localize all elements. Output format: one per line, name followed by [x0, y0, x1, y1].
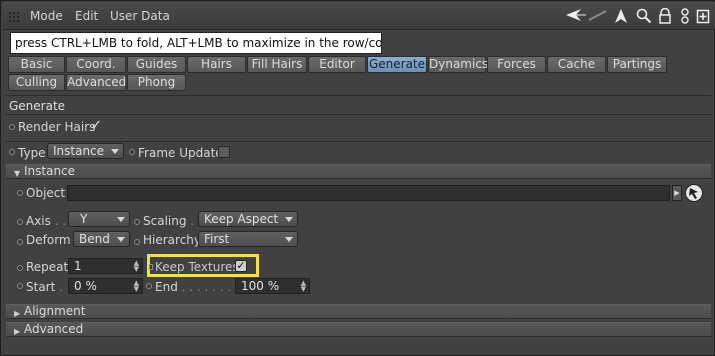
deform-dropdown[interactable]: Bend [73, 231, 130, 247]
hierarchy-value: First [204, 232, 230, 246]
start-field[interactable]: 0 % ▲ ▼ [68, 278, 143, 294]
animate-dot-icon[interactable] [129, 149, 135, 155]
hierarchy-dropdown[interactable]: First [198, 231, 298, 247]
animate-dot-icon[interactable] [9, 149, 15, 155]
animate-dot-icon[interactable] [146, 283, 152, 289]
stepper-icon[interactable]: ▲ ▼ [134, 280, 139, 293]
keep-textures-checkbox[interactable]: ✓ [235, 260, 247, 272]
end-value: 100 % [241, 279, 280, 293]
group-alignment[interactable]: ▶ Alignment [6, 304, 711, 319]
tab-basic[interactable]: Basic [8, 56, 65, 73]
chevron-down-icon [285, 237, 293, 242]
search-icon[interactable] [636, 8, 652, 26]
tab-phong[interactable]: Phong [127, 74, 186, 91]
panel-grip-icon[interactable] [8, 11, 20, 23]
chevron-down-icon [117, 217, 125, 222]
type-label: Type [18, 146, 46, 160]
scaling-dropdown[interactable]: Keep Aspect [198, 211, 298, 227]
animate-dot-icon[interactable] [17, 190, 23, 196]
group-instance[interactable]: ▼ Instance [6, 164, 711, 179]
group-advanced[interactable]: ▶ Advanced [6, 322, 711, 337]
scaling-label: Scaling . . [143, 214, 202, 228]
tab-fill-hairs[interactable]: Fill Hairs [247, 56, 307, 73]
attribute-manager-window: Mode Edit User Data press CTRL+LMB to fo… [0, 0, 715, 356]
tab-advanced[interactable]: Advanced [66, 74, 126, 91]
group-instance-label: Instance [24, 164, 76, 178]
tab-partings[interactable]: Partings [607, 56, 667, 73]
animate-dot-icon[interactable] [134, 239, 140, 245]
chevron-down-icon [117, 237, 125, 242]
section-title: Generate [9, 99, 66, 113]
expand-arrow-icon[interactable]: ▶ [672, 185, 682, 201]
repeat-field[interactable]: 1 ▲ ▼ [68, 258, 143, 274]
animate-dot-icon[interactable] [17, 219, 23, 225]
tab-coord[interactable]: Coord. [66, 56, 126, 73]
axis-value: Y [80, 212, 88, 226]
chevron-down-icon [285, 217, 293, 222]
divider [5, 141, 711, 142]
tab-culling[interactable]: Culling [8, 74, 65, 91]
animate-dot-icon[interactable] [134, 219, 140, 225]
render-hairs-checkbox[interactable]: ✓ [91, 118, 102, 133]
axis-dropdown[interactable]: Y [68, 211, 130, 227]
scaling-value: Keep Aspect [204, 212, 279, 226]
animate-dot-icon[interactable] [149, 264, 153, 270]
stepper-icon[interactable]: ▲ ▼ [134, 260, 139, 273]
menu-user-data[interactable]: User Data [110, 9, 170, 23]
collapsed-triangle-icon: ▶ [14, 309, 21, 318]
object-label: Object [26, 186, 66, 200]
end-field[interactable]: 100 % ▲ ▼ [235, 278, 310, 294]
frame-update-checkbox[interactable] [218, 146, 230, 158]
render-hairs-label: Render Hairs [18, 120, 96, 134]
repeat-label: Repeat [26, 260, 69, 274]
deform-value: Bend [79, 232, 110, 246]
new-window-icon[interactable] [695, 8, 711, 26]
pick-object-icon[interactable] [685, 184, 703, 202]
tab-cache[interactable]: Cache [547, 56, 606, 73]
animate-dot-icon[interactable] [17, 265, 23, 271]
forward-arrow-icon[interactable] [588, 8, 610, 26]
hierarchy-icon[interactable] [677, 8, 693, 26]
tab-dynamics[interactable]: Dynamics [428, 56, 488, 73]
tab-forces[interactable]: Forces [487, 56, 546, 73]
divider [5, 95, 711, 96]
menu-edit[interactable]: Edit [75, 9, 98, 23]
type-dropdown[interactable]: Instance [47, 143, 124, 159]
group-advanced-label: Advanced [24, 322, 84, 336]
object-link-field[interactable] [67, 185, 670, 201]
tab-editor[interactable]: Editor [308, 56, 366, 73]
deform-label: Deform [26, 233, 71, 247]
group-alignment-label: Alignment [24, 304, 86, 318]
animate-dot-icon[interactable] [17, 283, 23, 289]
menu-mode[interactable]: Mode [30, 9, 63, 23]
hierarchy-label: Hierarchy [143, 233, 202, 247]
axis-label: Axis . . [26, 214, 67, 228]
stepper-icon[interactable]: ▲ ▼ [301, 280, 306, 293]
expanded-triangle-icon: ▼ [14, 169, 21, 178]
tab-hairs[interactable]: Hairs [187, 56, 246, 73]
animate-dot-icon[interactable] [17, 239, 23, 245]
type-value: Instance [53, 144, 105, 158]
keep-textures-label: Keep Textures [155, 260, 239, 274]
divider [5, 114, 711, 115]
repeat-value: 1 [74, 259, 82, 273]
frame-update-label: Frame Update [138, 146, 223, 160]
menubar: Mode Edit User Data [2, 2, 715, 30]
chevron-down-icon [111, 149, 119, 154]
start-value: 0 % [74, 279, 97, 293]
start-label: Start . [26, 280, 63, 294]
end-label: End . . . . . . . . . [155, 280, 247, 294]
back-arrow-icon[interactable] [565, 8, 587, 26]
tab-generate[interactable]: Generate [367, 56, 427, 73]
collapsed-triangle-icon: ▶ [14, 327, 21, 336]
tooltip: press CTRL+LMB to fold, ALT+LMB to maxim… [10, 32, 382, 54]
lock-icon[interactable] [657, 7, 673, 26]
animate-dot-icon[interactable] [9, 124, 15, 130]
up-arrow-icon[interactable] [613, 8, 629, 26]
tab-guides[interactable]: Guides [127, 56, 186, 73]
